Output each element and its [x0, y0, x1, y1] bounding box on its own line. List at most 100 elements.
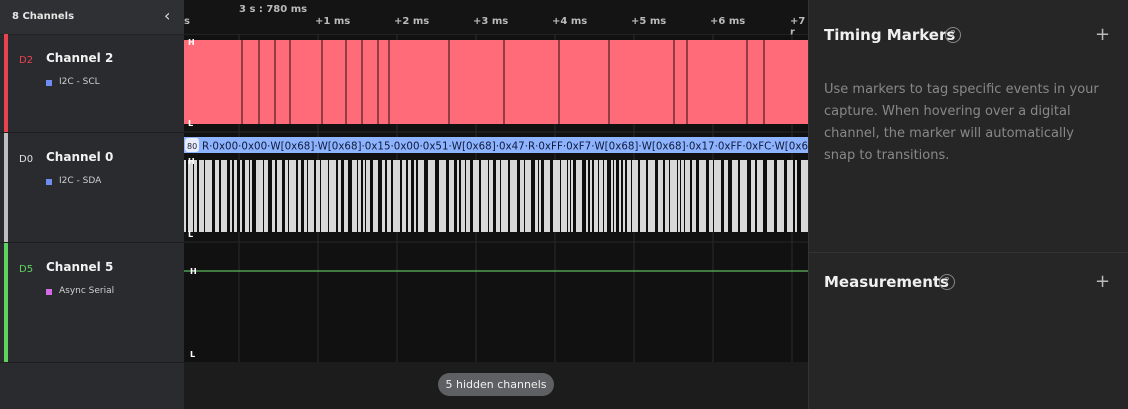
- sda-pulse: [370, 160, 373, 232]
- sda-pulse: [365, 160, 366, 232]
- ruler-tick: +3 ms: [473, 16, 509, 27]
- sda-pulse: [567, 160, 568, 232]
- channel-tag: D5: [19, 264, 34, 275]
- sda-pulse: [357, 160, 358, 232]
- sda-pulse: [385, 160, 387, 232]
- sda-pulse: [669, 160, 670, 232]
- sda-pulse: [288, 160, 289, 232]
- scl-low-label: L: [188, 119, 193, 128]
- sda-pulse: [696, 160, 699, 232]
- channel-color-bar: [4, 34, 8, 132]
- sda-pulse: [774, 160, 777, 232]
- sda-pulse: [592, 160, 594, 232]
- measurements-title: Measurements: [824, 273, 949, 291]
- sda-pulse: [314, 160, 316, 232]
- sda-pulse: [625, 160, 627, 232]
- sda-pulse: [684, 160, 685, 232]
- sda-low-label: L: [188, 230, 193, 239]
- sda-pulse: [249, 160, 250, 232]
- sda-pulse: [212, 160, 215, 232]
- sda-pulse: [268, 160, 272, 232]
- sda-pulse: [631, 160, 632, 232]
- sda-pulse: [607, 160, 611, 232]
- sda-pulse: [296, 160, 298, 232]
- waveform-view[interactable]: s 3 s : 780 ms +1 ms +2 ms +3 ms +4 ms +…: [184, 0, 808, 409]
- sda-pulse: [541, 160, 544, 232]
- sda-pulse: [416, 160, 418, 232]
- sda-pulse: [721, 160, 724, 232]
- sda-pulse: [538, 160, 539, 232]
- sda-pulse: [663, 160, 665, 232]
- sda-pulse: [655, 160, 658, 232]
- panel-divider: [809, 252, 1128, 253]
- sda-pulse: [582, 160, 586, 232]
- sda-pulse: [797, 160, 801, 232]
- channel-name[interactable]: Channel 2: [46, 51, 113, 65]
- help-circle-icon[interactable]: ?: [945, 27, 961, 43]
- hidden-channels-button[interactable]: 5 hidden channels: [438, 373, 554, 396]
- analyzer-color-dot: [46, 80, 52, 86]
- channel-count: 8 Channels: [12, 11, 75, 22]
- sda-pulse: [728, 160, 732, 232]
- i2c-decode-text: R·0x00·0x00·W[0x68]·W[0x68]·0x15·0x00·0x…: [202, 141, 808, 153]
- timing-markers-title: Timing Markers: [824, 26, 956, 44]
- sda-pulse: [301, 160, 304, 232]
- channel-row-5[interactable]: D5 Channel 5 Async Serial: [0, 243, 184, 363]
- serial-high-label: H: [190, 267, 197, 276]
- sda-pulse: [197, 160, 199, 232]
- timing-markers-description: Use markers to tag specific events in yo…: [824, 82, 1099, 163]
- time-ruler[interactable]: s 3 s : 780 ms +1 ms +2 ms +3 ms +4 ms +…: [184, 0, 808, 38]
- channel-row-0[interactable]: D0 Channel 0 I2C - SDA: [0, 133, 184, 243]
- side-panel: Timing Markers ? + Use markers to tag sp…: [808, 0, 1128, 409]
- sda-pulse: [755, 160, 757, 232]
- sda-pulse: [560, 160, 561, 232]
- ruler-tick: +2 ms: [394, 16, 430, 27]
- sda-pulse: [680, 160, 681, 232]
- add-measurement-plus-icon[interactable]: +: [1095, 273, 1110, 291]
- scl-high-label: H: [188, 38, 195, 47]
- channel-name[interactable]: Channel 5: [46, 260, 113, 274]
- sda-pulse: [237, 160, 240, 232]
- sda-pulse: [677, 160, 678, 232]
- sda-pulse: [570, 160, 571, 232]
- sda-pulse: [336, 160, 338, 232]
- analyzer-label[interactable]: I2C - SCL: [59, 77, 100, 87]
- ruler-tick: +1 ms: [315, 16, 351, 27]
- sda-pulse: [465, 160, 466, 232]
- channel-row-2[interactable]: D2 Channel 2 I2C - SCL: [0, 34, 184, 133]
- sda-high-label: H: [188, 157, 195, 166]
- analyzer-color-dot: [46, 179, 52, 185]
- sda-pulse: [219, 160, 221, 232]
- add-marker-plus-icon[interactable]: +: [1095, 26, 1110, 44]
- sda-pulse: [348, 160, 352, 232]
- sda-pulse: [613, 160, 614, 232]
- sda-pulse: [400, 160, 402, 232]
- sda-pulse: [307, 160, 308, 232]
- sda-pulse: [598, 160, 599, 232]
- sda-pulse: [328, 160, 329, 232]
- channel-color-bar: [4, 133, 8, 242]
- sda-pulse: [470, 160, 473, 232]
- sda-pulse: [459, 160, 461, 232]
- decode-badge-label: 80: [187, 142, 197, 151]
- sda-pulse: [193, 160, 194, 232]
- sda-pulse: [446, 160, 449, 232]
- help-circle-icon[interactable]: ?: [939, 274, 955, 290]
- sda-pulse: [524, 160, 525, 232]
- sda-pulse: [493, 160, 496, 232]
- sda-pulse: [424, 160, 428, 232]
- sda-pulse: [738, 160, 740, 232]
- sda-pulse: [763, 160, 767, 232]
- sda-pulse: [320, 160, 321, 232]
- chevron-left-icon[interactable]: ‹: [164, 8, 170, 24]
- sidebar-header: 8 Channels ‹: [0, 0, 184, 35]
- analyzer-label[interactable]: I2C - SDA: [59, 176, 101, 186]
- channel-name[interactable]: Channel 0: [46, 150, 113, 164]
- sda-pulse: [242, 160, 245, 232]
- ruler-tick: +5 ms: [631, 16, 667, 27]
- analyzer-label[interactable]: Async Serial: [59, 286, 114, 296]
- sda-pulse: [517, 160, 520, 232]
- sda-pulse: [263, 160, 264, 232]
- ruler-fragment: s: [184, 16, 190, 27]
- sda-pulse: [391, 160, 393, 232]
